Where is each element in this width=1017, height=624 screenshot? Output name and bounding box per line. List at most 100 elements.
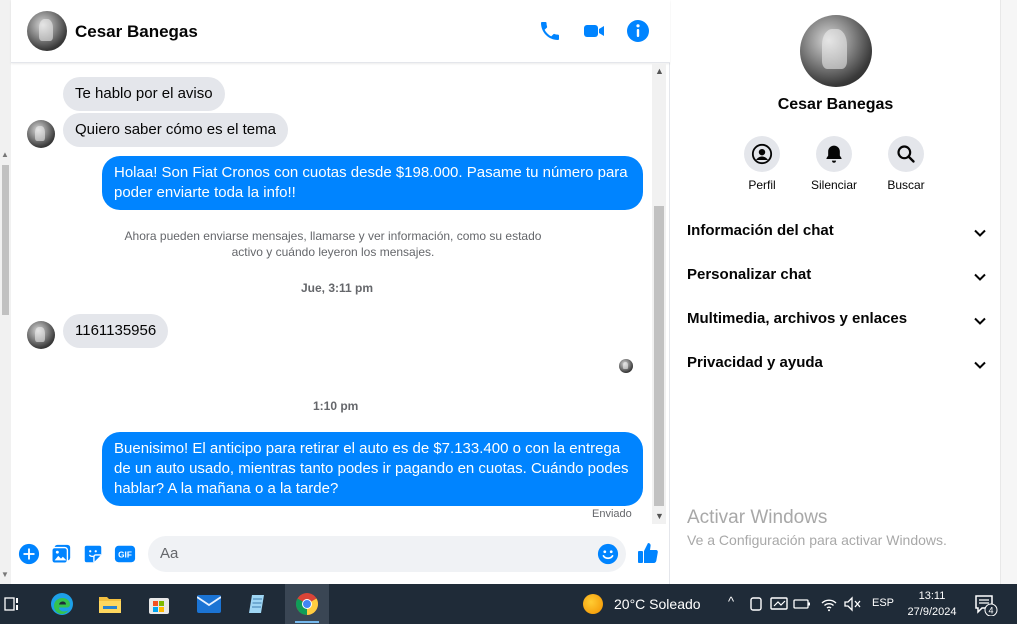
system-notice: Ahora pueden enviarse mensajes, llamarse… [73, 228, 593, 260]
message-line: Buenisimo! El anticipo para retirar el a… [114, 440, 621, 457]
chevron-down-icon [974, 361, 986, 369]
section-label: Multimedia, archivos y enlaces [687, 310, 908, 327]
gif-icon[interactable]: GIF [114, 543, 136, 565]
display-icon[interactable] [770, 594, 788, 614]
section-label: Personalizar chat [687, 266, 812, 283]
chrome-icon [296, 593, 318, 615]
message-timestamp: 1:10 pm [313, 399, 359, 413]
task-view-button[interactable] [0, 584, 34, 624]
system-notice-line: activo y cuándo leyeron los mensajes. [231, 245, 435, 259]
image-icon[interactable] [50, 543, 72, 565]
message-line: de un auto usado, mientras tanto podes i… [114, 460, 629, 477]
info-icon[interactable] [626, 19, 650, 43]
message-status: Enviado [592, 508, 632, 520]
info-panel: Cesar Banegas Perfil Silenciar Buscar In… [671, 0, 1000, 584]
weather-text[interactable]: 20°C Soleado [614, 596, 701, 612]
section-customize-chat[interactable]: Personalizar chat [687, 266, 987, 290]
section-chat-info[interactable]: Información del chat [687, 222, 987, 246]
task-view-icon [4, 597, 18, 611]
file-explorer-button[interactable] [88, 584, 132, 624]
outgoing-message[interactable]: Buenisimo! El anticipo para retirar el a… [102, 432, 643, 506]
composer: GIF Aa [11, 526, 670, 584]
profile-icon [751, 143, 773, 165]
mail-button[interactable] [187, 584, 231, 624]
incoming-message[interactable]: 1161135956 [63, 314, 169, 348]
message-input-placeholder: Aa [160, 545, 179, 562]
seen-indicator-avatar [619, 359, 633, 373]
message-input[interactable]: Aa [148, 536, 626, 572]
notepad-button[interactable] [235, 584, 279, 624]
section-privacy-help[interactable]: Privacidad y ayuda [687, 354, 987, 378]
notification-icon[interactable]: 4 [974, 594, 998, 616]
microsoft-store-button[interactable] [137, 584, 181, 624]
profile-action-button[interactable] [744, 136, 780, 172]
message-line: hablar? A la mañana o a la tarde? [114, 480, 339, 497]
bell-icon [826, 145, 842, 163]
wifi-icon[interactable] [820, 594, 838, 614]
mute-action[interactable]: Silenciar [799, 136, 869, 192]
section-label: Privacidad y ayuda [687, 354, 823, 371]
file-explorer-icon [99, 597, 121, 613]
chevron-up-icon[interactable]: ^ [722, 594, 740, 614]
scroll-down-arrow-icon[interactable]: ▼ [655, 511, 664, 521]
contact-avatar-small[interactable] [27, 321, 55, 349]
contact-avatar-large[interactable] [800, 15, 872, 87]
volume-muted-icon[interactable] [843, 594, 861, 614]
emoji-icon[interactable] [597, 543, 619, 565]
profile-action-label: Perfil [748, 178, 776, 192]
battery-icon[interactable] [793, 594, 811, 614]
contact-avatar-small[interactable] [27, 120, 55, 148]
edge-icon [51, 593, 73, 615]
incoming-message[interactable]: Quiero saber cómo es el tema [63, 113, 288, 147]
mute-action-button[interactable] [816, 136, 852, 172]
clock-time: 13:11 [918, 590, 946, 602]
contact-avatar[interactable] [27, 11, 67, 51]
profile-action[interactable]: Perfil [727, 136, 797, 192]
search-icon [897, 145, 915, 163]
chevron-down-icon [974, 273, 986, 281]
contact-name[interactable]: Cesar Banegas [75, 22, 198, 42]
activation-watermark-title: Activar Windows [687, 507, 828, 528]
notification-count: 4 [988, 606, 993, 616]
taskbar: 20°C Soleado ^ ESP 13:11 27/9/2024 4 [0, 584, 1017, 624]
system-notice-line: Ahora pueden enviarse mensajes, llamarse… [124, 229, 542, 243]
scrollbar-thumb[interactable] [2, 165, 9, 315]
scroll-up-arrow-icon[interactable]: ▲ [655, 66, 664, 76]
chat-header: Cesar Banegas [11, 0, 670, 63]
search-action-button[interactable] [888, 136, 924, 172]
weather-sun-icon[interactable] [583, 594, 603, 614]
message-scrollbar[interactable]: ▲ ▼ [652, 64, 666, 524]
outgoing-message[interactable]: Holaa! Son Fiat Cronos con cuotas desde … [102, 156, 643, 210]
section-media-files-links[interactable]: Multimedia, archivos y enlaces [687, 310, 987, 334]
search-action-label: Buscar [887, 178, 925, 192]
scroll-up-arrow-icon[interactable]: ▲ [1, 150, 9, 159]
incoming-message[interactable]: Te hablo por el aviso [63, 77, 225, 111]
notepad-icon [249, 595, 264, 613]
message-list[interactable]: Te hablo por el aviso Quiero saber cómo … [11, 64, 651, 524]
message-timestamp: Jue, 3:11 pm [301, 281, 374, 295]
scrollbar-thumb[interactable] [654, 206, 664, 506]
clock-date: 27/9/2024 [907, 606, 957, 618]
window-edge [1000, 0, 1017, 584]
sticker-icon[interactable] [82, 543, 104, 565]
language-indicator[interactable]: ESP [872, 597, 894, 609]
message-line: poder enviarte toda la info!! [114, 184, 296, 201]
chrome-button[interactable] [285, 584, 329, 624]
page-scrollbar[interactable]: ▲ ▼ [0, 0, 11, 584]
scroll-down-arrow-icon[interactable]: ▼ [1, 570, 9, 579]
search-action[interactable]: Buscar [871, 136, 941, 192]
chat-panel: Cesar Banegas Te hablo por el aviso Quie… [11, 0, 670, 584]
chevron-down-icon [974, 317, 986, 325]
device-icon[interactable] [747, 594, 765, 614]
info-contact-name: Cesar Banegas [777, 96, 894, 113]
chevron-down-icon [974, 229, 986, 237]
edge-button[interactable] [40, 584, 84, 624]
message-line: Holaa! Son Fiat Cronos con cuotas desde … [114, 164, 628, 181]
video-camera-icon[interactable] [582, 19, 606, 43]
section-label: Información del chat [687, 222, 834, 239]
clock[interactable]: 13:11 27/9/2024 [900, 588, 964, 620]
phone-icon[interactable] [538, 19, 562, 43]
add-icon[interactable] [18, 543, 40, 565]
mail-icon [197, 595, 221, 613]
like-icon[interactable] [636, 541, 660, 565]
